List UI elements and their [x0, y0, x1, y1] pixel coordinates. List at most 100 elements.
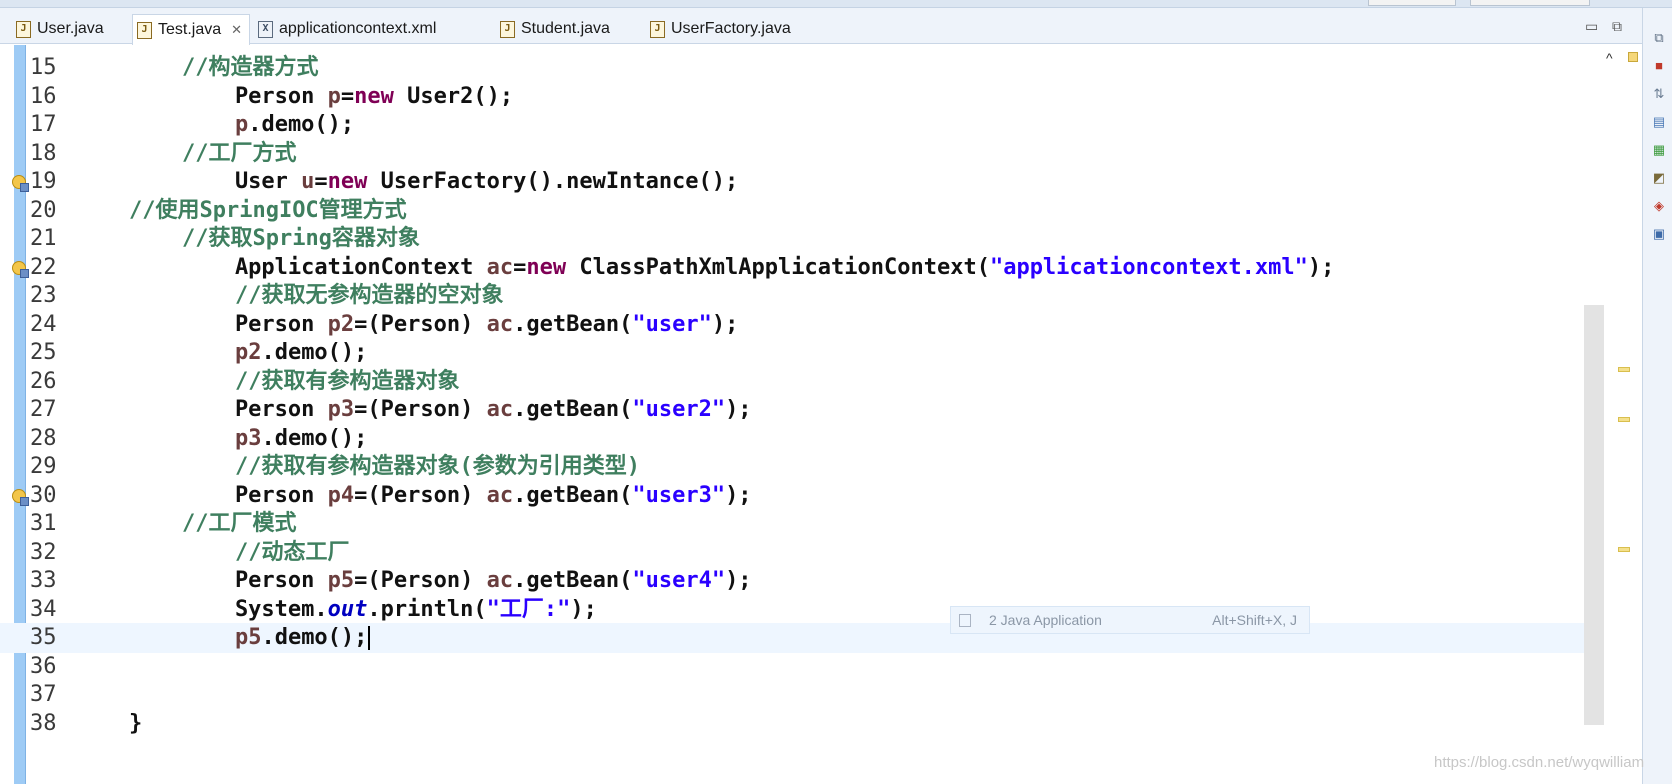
outline-icon[interactable]: ⇅ — [1651, 86, 1667, 102]
code-line[interactable]: 22 ApplicationContext ac=new ClassPathXm… — [0, 253, 1600, 283]
code-text[interactable]: p3.demo(); — [76, 424, 367, 454]
code-text[interactable]: //获取有参构造器对象(参数为引用类型) — [76, 452, 640, 482]
code-line[interactable]: 29 //获取有参构造器对象(参数为引用类型) — [0, 452, 1600, 482]
code-token: .demo(); — [261, 625, 368, 650]
code-line[interactable]: 18 //工厂方式 — [0, 139, 1600, 169]
code-line[interactable]: 37 — [0, 680, 1600, 710]
tab-userfactory-java[interactable]: J UserFactory.java — [646, 14, 791, 44]
quick-access-field[interactable] — [1368, 0, 1456, 6]
java-file-icon: J — [500, 20, 515, 38]
line-number: 34 — [30, 596, 57, 622]
code-line[interactable]: 28 p3.demo(); — [0, 424, 1600, 454]
code-line[interactable]: 16 Person p=new User2(); — [0, 82, 1600, 112]
code-line[interactable]: 36 — [0, 652, 1600, 682]
minimize-icon[interactable]: ▭ — [1585, 18, 1598, 35]
code-text[interactable]: //获取Spring容器对象 — [76, 224, 420, 254]
code-line[interactable]: 25 p2.demo(); — [0, 338, 1600, 368]
code-line[interactable]: 26 //获取有参构造器对象 — [0, 367, 1600, 397]
warning-icon[interactable] — [12, 260, 29, 278]
text-cursor — [368, 626, 371, 650]
code-token: p — [234, 112, 249, 137]
perspective-field[interactable] — [1470, 0, 1590, 6]
code-token: //动态工厂 — [234, 539, 350, 565]
warning-marker[interactable] — [1618, 417, 1630, 422]
code-line[interactable]: 38 } — [0, 709, 1600, 739]
code-text[interactable]: //工厂模式 — [76, 509, 297, 539]
hierarchy-icon[interactable]: ◩ — [1651, 170, 1667, 186]
code-text[interactable]: //工厂方式 — [76, 139, 297, 169]
code-line[interactable]: 34 System.out.println("工厂:"); — [0, 595, 1600, 625]
run-as-popup-item[interactable]: 2 Java Application Alt+Shift+X, J — [950, 606, 1310, 634]
tab-user-java[interactable]: J User.java — [12, 14, 104, 44]
code-line[interactable]: 19 User u=new UserFactory().newIntance()… — [0, 167, 1600, 197]
code-token: = — [513, 254, 527, 280]
code-token: Person — [76, 311, 328, 337]
task-icon[interactable]: ◈ — [1651, 198, 1667, 214]
console-icon[interactable]: ▤ — [1651, 114, 1667, 130]
code-line[interactable]: 35 p5.demo(); — [0, 623, 1600, 653]
tab-test-java[interactable]: J Test.java ✕ — [132, 14, 250, 45]
code-text[interactable]: //获取无参构造器的空对象 — [76, 281, 504, 311]
code-text[interactable]: Person p5=(Person) ac.getBean("user4"); — [76, 566, 752, 596]
code-token: =(Person) — [354, 397, 487, 422]
warning-marker[interactable] — [1618, 547, 1630, 552]
code-text[interactable]: Person p=new User2(); — [76, 82, 513, 112]
code-line[interactable]: 17 p.demo(); — [0, 110, 1600, 140]
code-token: "user4" — [632, 568, 726, 593]
code-text[interactable]: Person p4=(Person) ac.getBean("user3"); — [76, 481, 752, 511]
tab-applicationcontext-xml[interactable]: X applicationcontext.xml — [254, 14, 436, 44]
code-text[interactable]: Person p2=(Person) ac.getBean("user"); — [76, 310, 738, 340]
code-token: //工厂方式 — [181, 140, 297, 166]
top-toolbar-strip — [0, 0, 1672, 8]
code-token: //工厂模式 — [181, 511, 297, 536]
code-text[interactable]: System.out.println("工厂:"); — [76, 595, 597, 625]
code-text[interactable]: Person p3=(Person) ac.getBean("user2"); — [76, 395, 752, 425]
collapse-icon[interactable]: ^ — [1606, 50, 1613, 66]
code-line[interactable]: 20 //使用SpringIOC管理方式 — [0, 196, 1600, 226]
code-text[interactable]: //动态工厂 — [76, 538, 350, 568]
code-text[interactable]: } — [76, 709, 142, 739]
warning-summary-icon[interactable] — [1628, 52, 1638, 62]
code-text[interactable]: //获取有参构造器对象 — [76, 367, 460, 397]
package-icon[interactable]: ▦ — [1651, 142, 1667, 158]
code-token: p3 — [234, 425, 262, 451]
code-line[interactable]: 27 Person p3=(Person) ac.getBean("user2"… — [0, 395, 1600, 425]
tab-label: applicationcontext.xml — [279, 20, 437, 37]
vertical-scrollbar[interactable] — [1584, 305, 1604, 725]
code-line[interactable]: 23 //获取无参构造器的空对象 — [0, 281, 1600, 311]
code-editor[interactable]: 15 //构造器方式 16 Person p=new User2(); 17 p.d… — [0, 45, 1642, 784]
warning-icon[interactable] — [12, 175, 29, 192]
code-token: ); — [725, 482, 752, 508]
problems-icon[interactable]: ■ — [1651, 58, 1667, 74]
code-line[interactable]: 21 //获取Spring容器对象 — [0, 224, 1600, 254]
code-text[interactable]: User u=new UserFactory().newIntance(); — [76, 167, 738, 197]
code-line[interactable]: 32 //动态工厂 — [0, 538, 1600, 568]
code-line[interactable]: 33 Person p5=(Person) ac.getBean("user4"… — [0, 566, 1600, 596]
java-file-icon: J — [16, 20, 31, 38]
popup-shortcut: Alt+Shift+X, J — [1212, 612, 1297, 628]
code-text[interactable]: //使用SpringIOC管理方式 — [76, 196, 407, 226]
warning-marker[interactable] — [1618, 367, 1630, 372]
code-token: p2 — [234, 340, 262, 365]
code-text[interactable]: ApplicationContext ac=new ClassPathXmlAp… — [76, 253, 1334, 283]
code-text[interactable]: p.demo(); — [76, 110, 354, 140]
code-text[interactable]: p2.demo(); — [76, 338, 367, 368]
code-line[interactable]: 31 //工厂模式 — [0, 509, 1600, 539]
code-line[interactable]: 24 Person p2=(Person) ac.getBean("user")… — [0, 310, 1600, 340]
code-line[interactable]: 15 //构造器方式 — [0, 53, 1600, 83]
terminal-icon[interactable]: ▣ — [1651, 226, 1667, 242]
code-text[interactable]: //构造器方式 — [76, 53, 319, 83]
code-token: =(Person) — [354, 568, 487, 593]
close-icon[interactable]: ✕ — [231, 22, 242, 38]
java-file-icon: J — [650, 20, 665, 38]
warning-icon[interactable] — [12, 488, 29, 506]
restore-icon[interactable]: ⧉ — [1651, 30, 1667, 46]
code-text[interactable]: p5.demo(); — [76, 623, 371, 653]
line-number: 19 — [30, 169, 57, 194]
tab-student-java[interactable]: J Student.java — [496, 14, 610, 44]
maximize-icon[interactable]: ⧉ — [1612, 18, 1622, 35]
code-token: ); — [1307, 254, 1335, 280]
code-line[interactable]: 30 Person p4=(Person) ac.getBean("user3"… — [0, 481, 1600, 511]
